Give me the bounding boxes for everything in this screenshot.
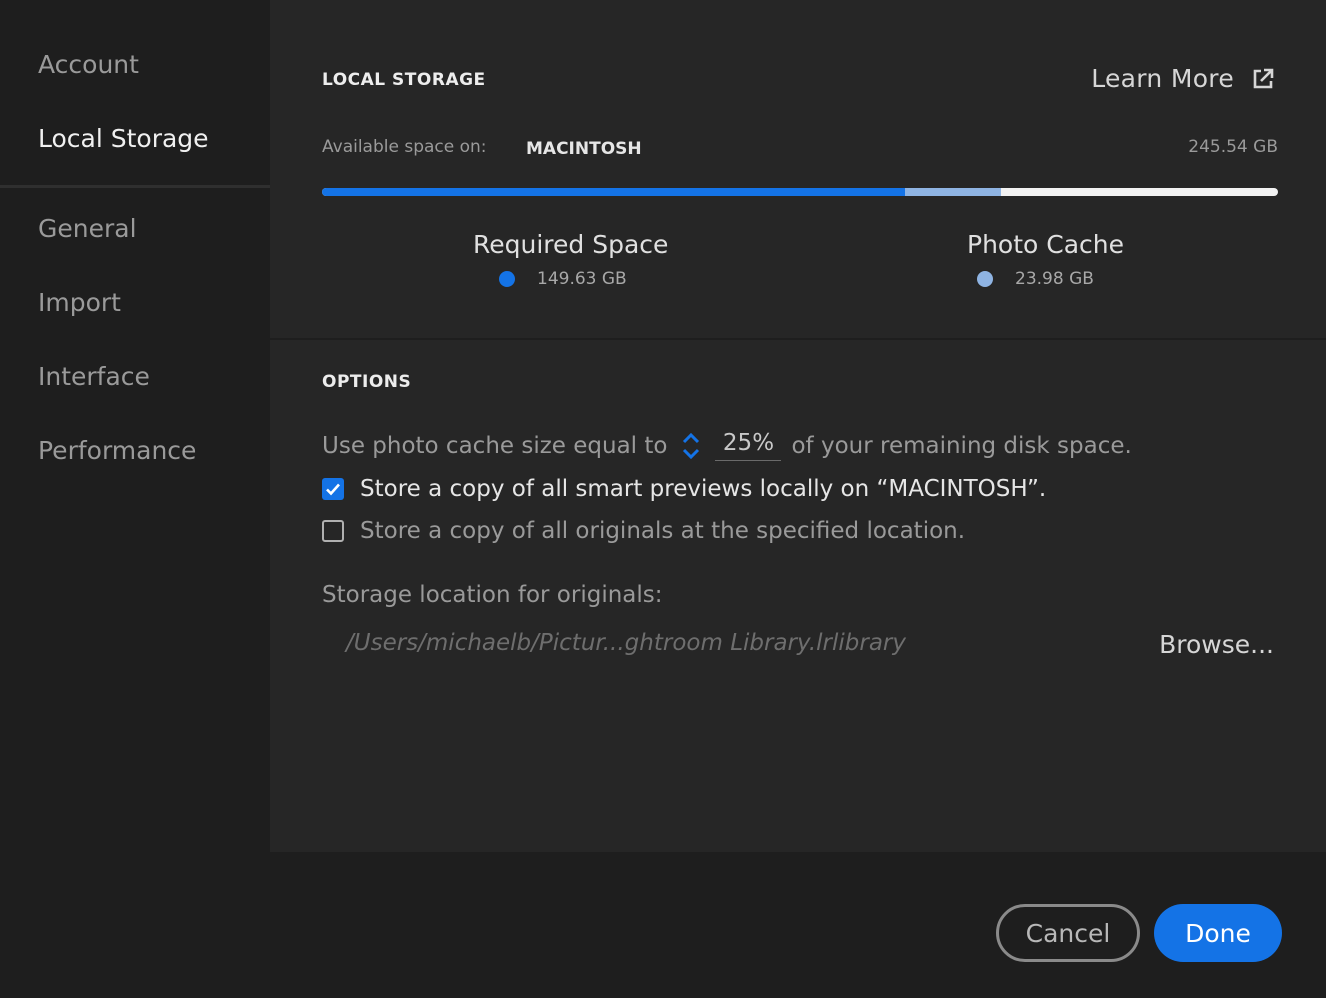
- options-panel: OPTIONS Use photo cache size equal to of…: [270, 340, 1326, 852]
- storage-usage-bar: [322, 188, 1278, 196]
- browse-button[interactable]: Browse...: [1159, 630, 1274, 659]
- required-space-label: Required Space: [473, 230, 669, 259]
- usage-bar-cache-segment: [905, 188, 1001, 196]
- sidebar-item-general[interactable]: General: [38, 214, 137, 243]
- cancel-button[interactable]: Cancel: [996, 904, 1140, 962]
- external-link-icon: [1253, 68, 1274, 88]
- smart-previews-checkbox[interactable]: [322, 478, 344, 500]
- cache-size-suffix: of your remaining disk space.: [791, 432, 1132, 459]
- stepper-chevrons-icon[interactable]: [681, 431, 701, 461]
- sidebar-item-import[interactable]: Import: [38, 288, 121, 317]
- sidebar-item-interface[interactable]: Interface: [38, 362, 150, 391]
- local-storage-title: LOCAL STORAGE: [322, 70, 486, 90]
- local-storage-panel: LOCAL STORAGE Learn More Available space…: [270, 0, 1326, 338]
- storage-location-label: Storage location for originals:: [322, 582, 663, 608]
- available-space-label: Available space on:: [322, 137, 487, 157]
- required-space-dot: [499, 271, 515, 287]
- sidebar: Account Local Storage General Import Int…: [0, 0, 270, 852]
- cache-percent-input[interactable]: [715, 430, 782, 461]
- sidebar-divider: [0, 185, 270, 188]
- smart-previews-label: Store a copy of all smart previews local…: [360, 476, 1047, 502]
- learn-more-link[interactable]: Learn More: [1091, 64, 1274, 93]
- drive-name: MACINTOSH: [526, 139, 642, 159]
- originals-row[interactable]: Store a copy of all originals at the spe…: [322, 518, 965, 544]
- sidebar-item-performance[interactable]: Performance: [38, 436, 196, 465]
- options-title: OPTIONS: [322, 372, 412, 392]
- checkmark-icon: [326, 483, 340, 496]
- photo-cache-dot: [977, 271, 993, 287]
- learn-more-label: Learn More: [1091, 64, 1234, 93]
- sidebar-item-local-storage[interactable]: Local Storage: [38, 124, 209, 153]
- required-space-value: 149.63 GB: [537, 269, 627, 289]
- storage-location-path: /Users/michaelb/Pictur...ghtroom Library…: [346, 630, 906, 656]
- photo-cache-legend: Photo Cache 23.98 GB: [967, 230, 1124, 289]
- photo-cache-label: Photo Cache: [967, 230, 1125, 259]
- cache-size-row: Use photo cache size equal to of your re…: [322, 430, 1132, 461]
- originals-checkbox[interactable]: [322, 520, 344, 542]
- sidebar-item-account[interactable]: Account: [38, 50, 139, 79]
- originals-label: Store a copy of all originals at the spe…: [360, 518, 966, 544]
- required-space-legend: Required Space 149.63 GB: [473, 230, 668, 289]
- smart-previews-row[interactable]: Store a copy of all smart previews local…: [322, 476, 1046, 502]
- available-space-value: 245.54 GB: [1188, 137, 1278, 157]
- cache-size-prefix: Use photo cache size equal to: [322, 432, 668, 459]
- photo-cache-value: 23.98 GB: [1015, 269, 1094, 289]
- usage-bar-required-segment: [322, 188, 906, 196]
- done-button[interactable]: Done: [1154, 904, 1282, 962]
